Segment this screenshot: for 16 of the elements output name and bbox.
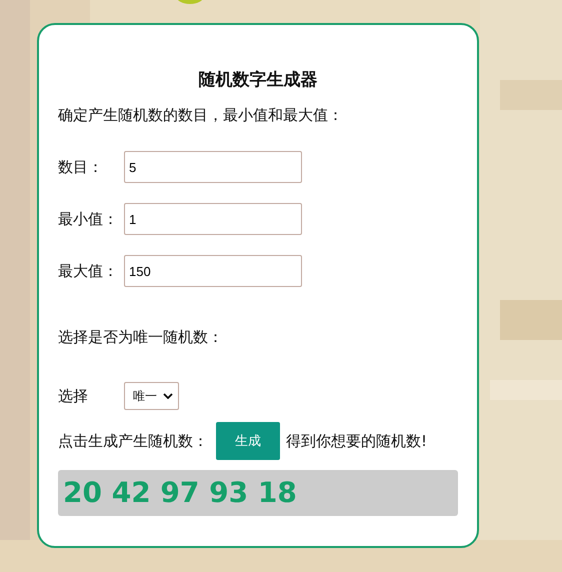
instruction-text: 点击生成产生随机数： [58,432,208,450]
input-field[interactable]: 5 [124,151,302,183]
page-title: 随机数字生成器 [198,69,318,92]
select-label: 选择 [58,386,89,406]
instruction-text: 确定产生随机数的数目，最小值和最大值： [58,105,344,126]
input-field[interactable]: 1 [124,203,302,235]
instruction-text: 得到你想要的随机数! [286,432,428,450]
chevron-down-icon [163,393,173,399]
input-field[interactable]: 150 [124,255,302,287]
field-label: 数目： [58,158,104,176]
generate-button[interactable]: 生成 [216,422,280,460]
field-label: 最小值： [58,210,119,228]
result-display: 20 42 97 93 18 [58,470,458,516]
instruction-text: 选择是否为唯一随机数： [58,327,224,348]
field-label: 最大值： [58,262,119,280]
select-field[interactable]: 唯一 [124,382,179,410]
